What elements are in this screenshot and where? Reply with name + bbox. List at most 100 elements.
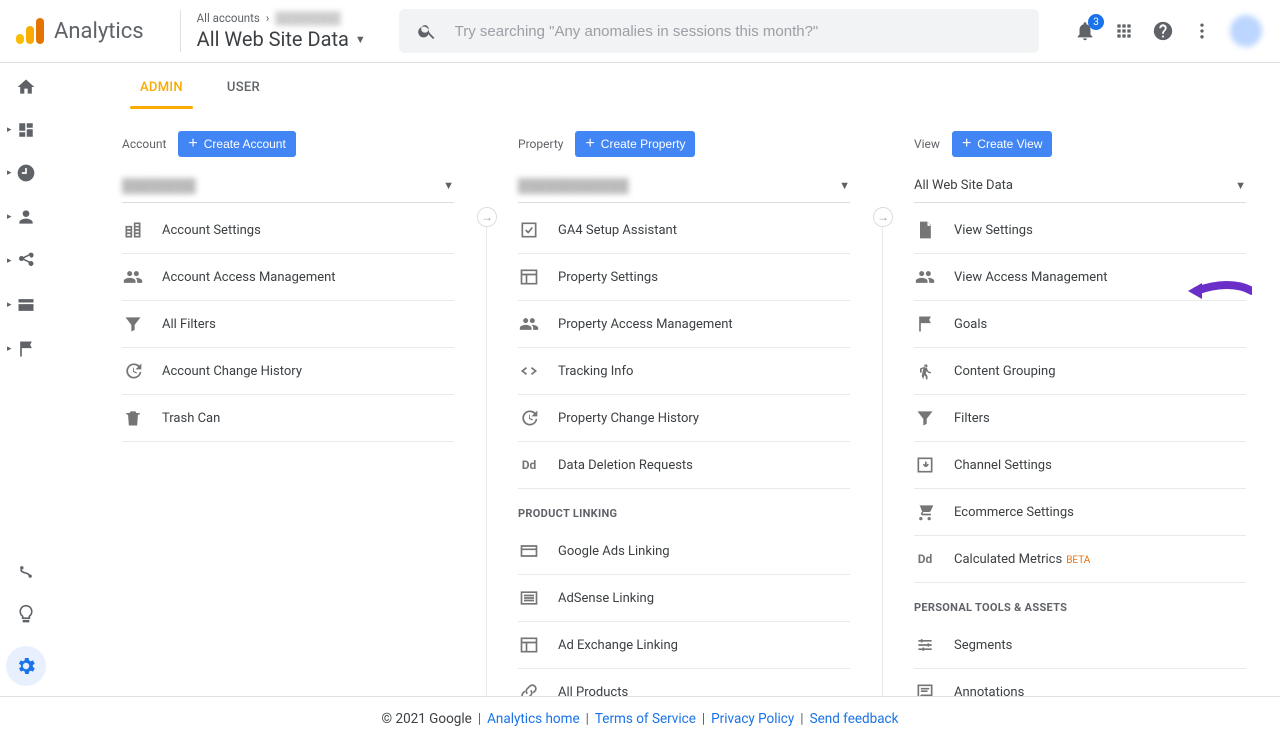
breadcrumb-all-accounts: All accounts [197,11,260,25]
product-name: Analytics [54,19,144,44]
browser-icon [16,295,36,315]
apps-grid-icon[interactable] [1114,21,1134,41]
link-icon [518,682,540,696]
create-account-button[interactable]: + Create Account [178,131,295,157]
view-settings-link[interactable]: View Settings [914,207,1246,254]
home-icon [16,77,36,97]
search-input[interactable] [455,23,1021,40]
annotations-link[interactable]: Annotations [914,669,1246,696]
account-selector[interactable]: ████████ ▼ [122,169,454,203]
create-property-button[interactable]: + Create Property [575,131,695,157]
more-vert-icon[interactable] [1192,21,1212,41]
calculated-metrics-link[interactable]: Dd Calculated MetricsBETA [914,536,1246,583]
cart-icon [914,502,936,522]
property-settings-link[interactable]: Property Settings [518,254,850,301]
checklist-icon [518,220,540,240]
footer-feedback-link[interactable]: Send feedback [810,711,899,727]
beta-badge: BETA [1066,555,1090,566]
property-selector-value: ████████████ [518,178,629,194]
account-picker[interactable]: All accounts › ████████ All Web Site Dat… [197,11,387,51]
google-ads-linking-link[interactable]: Google Ads Linking [518,528,850,575]
ads-icon [518,541,540,561]
caret-down-icon: ▼ [443,179,454,192]
view-filters-link[interactable]: Filters [914,395,1246,442]
property-selector[interactable]: ████████████ ▼ [518,169,850,203]
trash-can-link[interactable]: Trash Can [122,395,454,442]
lightbulb-icon [16,604,36,624]
adsense-linking-link[interactable]: AdSense Linking [518,575,850,622]
gear-icon [15,655,37,677]
filter-icon [122,314,144,334]
person-run-icon [914,361,936,381]
tracking-info-link[interactable]: Tracking Info [518,348,850,395]
view-column: View + Create View All Web Site Data ▼ V… [882,131,1278,696]
page-footer: © 2021 Google | Analytics home | Terms o… [0,696,1280,740]
nav-behavior[interactable]: ▸ [8,295,44,315]
segments-link[interactable]: Segments [914,622,1246,669]
caret-down-icon: ▼ [355,33,366,46]
breadcrumb-account-name: ████████ [275,11,340,25]
data-deletion-link[interactable]: Dd Data Deletion Requests [518,442,850,489]
dd-icon: Dd [914,552,936,566]
nav-realtime[interactable]: ▸ [8,163,44,183]
account-column-label: Account [122,137,166,151]
flag-icon [16,339,36,359]
filter-icon [914,408,936,428]
product-logo[interactable]: Analytics [12,18,164,44]
content-grouping-link[interactable]: Content Grouping [914,348,1246,395]
account-access-link[interactable]: Account Access Management [122,254,454,301]
building-icon [122,220,144,240]
ga4-assistant-link[interactable]: GA4 Setup Assistant [518,207,850,254]
nav-admin[interactable] [6,646,46,686]
nav-discover[interactable] [8,604,44,624]
product-linking-header: PRODUCT LINKING [518,507,850,520]
admin-tabs: ADMIN USER [90,63,1280,111]
plus-icon: + [585,136,594,152]
nav-acquisition[interactable]: ▸ [8,251,44,271]
layout-icon [518,635,540,655]
account-settings-link[interactable]: Account Settings [122,207,454,254]
nav-home[interactable] [8,77,44,97]
search-box[interactable] [399,9,1039,53]
account-history-link[interactable]: Account Change History [122,348,454,395]
breadcrumb-view-name: All Web Site Data [197,27,349,51]
import-icon [914,455,936,475]
help-icon[interactable] [1152,20,1174,42]
people-icon [518,314,540,334]
nav-conversions[interactable]: ▸ [8,339,44,359]
ad-exchange-linking-link[interactable]: Ad Exchange Linking [518,622,850,669]
top-bar: Analytics All accounts › ████████ All We… [0,0,1280,63]
account-avatar[interactable] [1230,15,1262,47]
create-view-button[interactable]: + Create View [952,131,1053,157]
property-access-link[interactable]: Property Access Management [518,301,850,348]
top-bar-actions: 3 [1074,15,1268,47]
property-column-label: Property [518,137,563,151]
all-filters-link[interactable]: All Filters [122,301,454,348]
dashboard-icon [17,121,35,139]
file-icon [914,220,936,240]
tab-admin[interactable]: ADMIN [140,80,183,95]
view-selector[interactable]: All Web Site Data ▼ [914,169,1246,203]
channel-settings-link[interactable]: Channel Settings [914,442,1246,489]
nav-audience[interactable]: ▸ [8,207,44,227]
property-history-link[interactable]: Property Change History [518,395,850,442]
ecommerce-settings-link[interactable]: Ecommerce Settings [914,489,1246,536]
notifications-button[interactable]: 3 [1074,20,1096,42]
view-access-link[interactable]: View Access Management [914,254,1246,301]
footer-terms-link[interactable]: Terms of Service [595,711,696,727]
all-products-link[interactable]: All Products [518,669,850,696]
plus-icon: + [962,136,971,152]
person-icon [16,207,36,227]
divider [180,10,181,52]
tab-user[interactable]: USER [227,80,260,95]
footer-privacy-link[interactable]: Privacy Policy [711,711,794,727]
goals-link[interactable]: Goals [914,301,1246,348]
chevron-right-icon: › [266,11,269,25]
lines-icon [518,588,540,608]
dd-icon: Dd [518,458,540,472]
account-column: Account + Create Account ████████ ▼ → Ac… [90,131,486,696]
nav-attribution[interactable] [8,562,44,582]
footer-analytics-home-link[interactable]: Analytics home [487,711,580,727]
flag-icon [914,314,936,334]
nav-reports[interactable]: ▸ [8,121,44,139]
